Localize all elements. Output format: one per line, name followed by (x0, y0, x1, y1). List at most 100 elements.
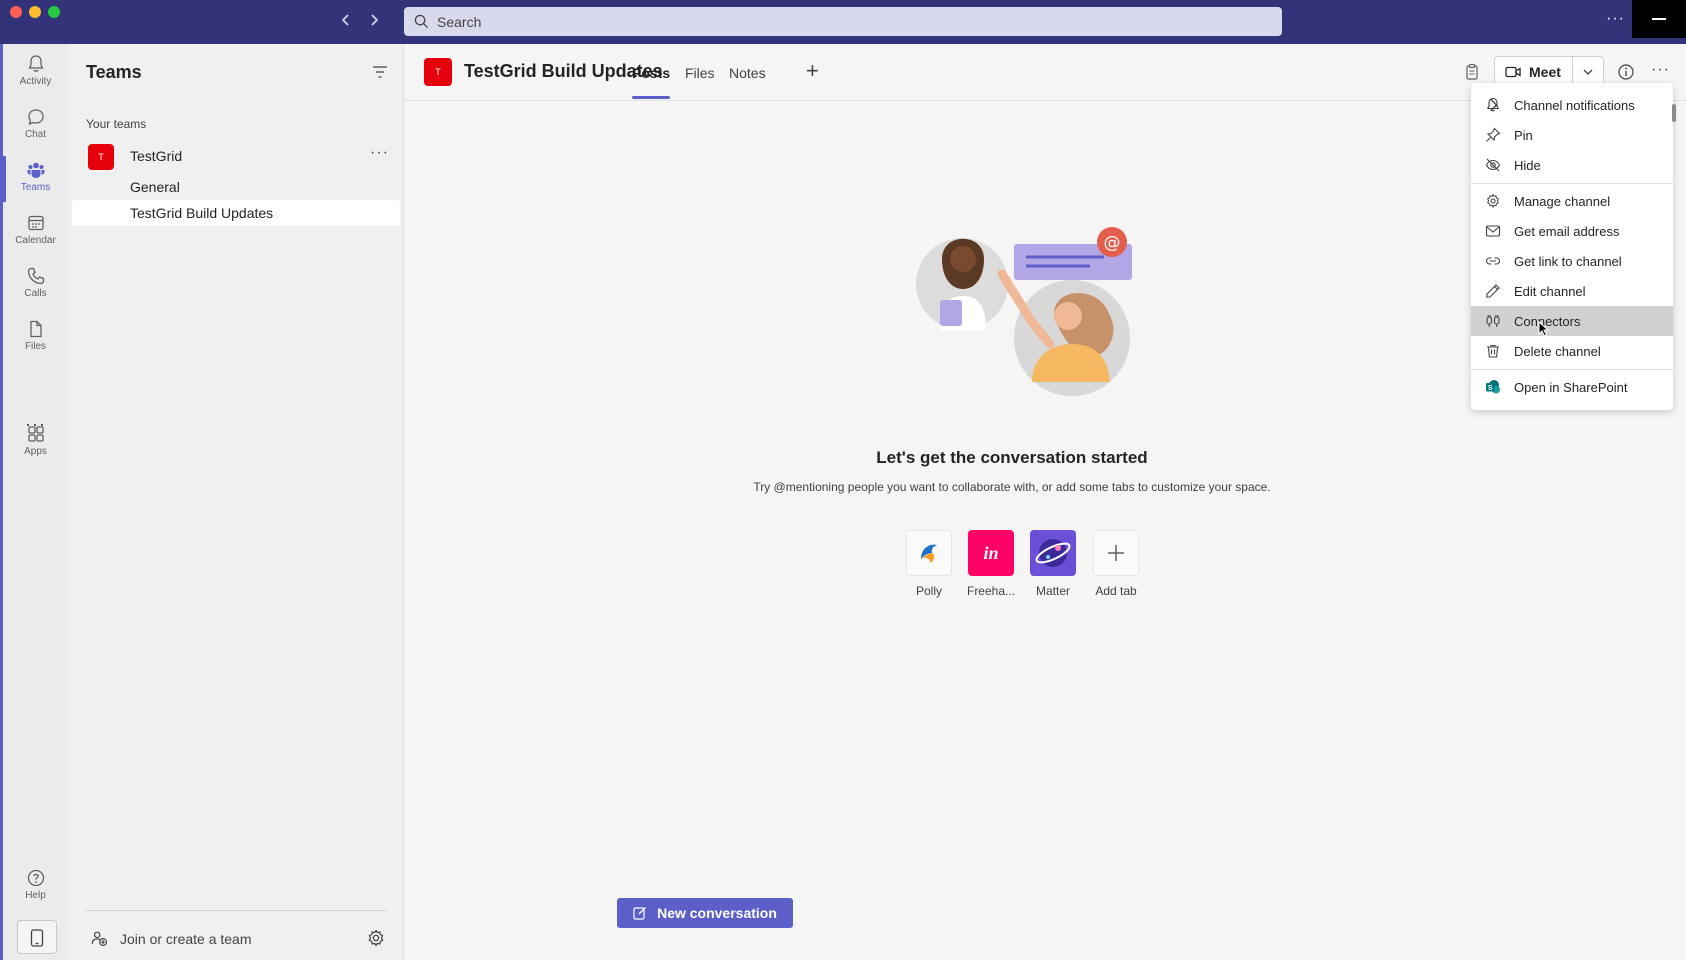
menu-item-label: Manage channel (1514, 194, 1611, 209)
menu-item-delete-channel[interactable]: Delete channel (1471, 336, 1673, 366)
menu-item-label: Get link to channel (1514, 254, 1622, 269)
team-row-testgrid[interactable]: T TestGrid ··· (72, 140, 400, 174)
rail-label: Calls (24, 288, 47, 299)
filter-icon[interactable] (370, 62, 390, 82)
rail-label: Apps (24, 446, 47, 457)
window-close-button[interactable] (10, 6, 22, 18)
new-conversation-button[interactable]: New conversation (617, 898, 793, 928)
rail-label: Help (25, 890, 46, 901)
title-bar: ··· (0, 0, 1686, 44)
titlebar-more-button[interactable]: ··· (1606, 10, 1625, 28)
channel-item-general[interactable]: General (72, 174, 400, 200)
tab-posts[interactable]: Posts (632, 65, 671, 101)
menu-scrollbar[interactable] (1672, 104, 1676, 122)
rail-label: Chat (24, 129, 47, 140)
phone-icon (27, 267, 44, 285)
chevron-right-icon (1490, 98, 1498, 112)
channel-item-testgrid-build-updates[interactable]: TestGrid Build Updates (72, 200, 400, 226)
menu-item-channel-notifications[interactable]: Channel notifications (1471, 90, 1673, 120)
menu-item-label: Pin (1514, 128, 1533, 143)
calendar-icon (27, 215, 44, 231)
tab-files[interactable]: Files (685, 65, 715, 101)
menu-item-hide[interactable]: Hide (1471, 150, 1673, 180)
chevron-right-icon (371, 14, 379, 26)
compose-icon (633, 907, 647, 920)
mouse-cursor-icon (1538, 321, 1550, 337)
app-rail: Activity Chat Teams Calendar Calls Files… (0, 44, 68, 960)
video-camera-icon (1505, 66, 1521, 78)
menu-item-label: Edit channel (1514, 284, 1586, 299)
channel-label: TestGrid Build Updates (130, 205, 274, 221)
menu-item-pin[interactable]: Pin (1471, 120, 1673, 150)
menu-item-open-in-sharepoint[interactable]: S Open in SharePoint (1471, 372, 1673, 402)
menu-item-label: Get email address (1514, 224, 1620, 239)
app-tile-freehand[interactable]: in Freeha... (959, 530, 1023, 598)
empty-state-title: Let's get the conversation started (876, 448, 1148, 467)
app-tile-add-tab[interactable]: Add tab (1084, 530, 1148, 598)
rail-label: Teams (20, 182, 51, 193)
search-icon (414, 14, 429, 29)
menu-item-connectors[interactable]: Connectors (1471, 306, 1673, 336)
svg-text:S: S (1488, 385, 1493, 392)
window-zoom-button[interactable] (48, 6, 60, 18)
search-bar[interactable] (404, 7, 1282, 36)
connector-icon (1486, 315, 1500, 327)
apps-icon (27, 426, 44, 442)
menu-item-get-link-to-channel[interactable]: Get link to channel (1471, 246, 1673, 276)
link-icon (1485, 257, 1501, 265)
chevron-left-icon (341, 14, 349, 26)
app-tile-polly[interactable]: Polly (897, 530, 961, 598)
panel-title: Teams (86, 62, 142, 82)
menu-divider (1471, 369, 1673, 370)
channel-options-menu: Channel notifications Pin Hide Manage ch… (1471, 83, 1673, 410)
bell-icon (27, 55, 44, 72)
mobile-phone-icon (30, 929, 44, 947)
invision-logo: in (968, 530, 1014, 576)
help-icon (27, 869, 44, 887)
menu-item-label: Hide (1514, 158, 1541, 173)
minimize-button[interactable] (1632, 0, 1686, 38)
search-input[interactable] (437, 13, 1257, 30)
sharepoint-icon: S (1486, 380, 1500, 394)
rail-item-calls[interactable]: Calls (3, 262, 68, 312)
channel-label: General (130, 179, 180, 195)
rail-item-apps[interactable]: Apps (3, 420, 68, 470)
window-minimize-button[interactable] (29, 6, 41, 18)
app-tile-label: Matter (1035, 584, 1070, 598)
menu-item-label: Delete channel (1514, 344, 1601, 359)
tab-notes[interactable]: Notes (729, 65, 766, 101)
rail-item-calendar[interactable]: Calendar (3, 209, 68, 259)
channel-more-button[interactable]: ··· (1651, 61, 1670, 79)
menu-item-edit-channel[interactable]: Edit channel (1471, 276, 1673, 306)
menu-divider (1471, 183, 1673, 184)
rail-item-chat[interactable]: Chat (3, 103, 68, 153)
trash-icon (1487, 344, 1499, 358)
back-button[interactable] (336, 10, 356, 32)
rail-item-help[interactable]: Help (3, 864, 68, 914)
rail-item-files[interactable]: Files (3, 315, 68, 365)
menu-item-manage-channel[interactable]: Manage channel (1471, 186, 1673, 216)
team-name: TestGrid (130, 148, 183, 164)
mobile-device-button[interactable] (17, 920, 57, 954)
rail-item-activity[interactable]: Activity (3, 50, 68, 100)
info-icon[interactable] (1616, 62, 1636, 82)
team-more-button[interactable]: ··· (370, 144, 389, 162)
gear-icon[interactable] (366, 928, 386, 948)
app-tile-label: Polly (915, 584, 942, 598)
divider (86, 910, 386, 911)
file-icon (29, 320, 42, 338)
your-teams-heading: Your teams (86, 117, 147, 131)
join-or-create-team-button[interactable]: Join or create a team (86, 924, 386, 954)
add-tab-button[interactable]: + (806, 58, 819, 84)
clipboard-icon[interactable] (1462, 62, 1482, 82)
matter-logo (1030, 530, 1076, 576)
app-tile-matter[interactable]: Matter (1021, 530, 1085, 598)
forward-button[interactable] (364, 10, 384, 32)
rail-label: Calendar (15, 235, 56, 246)
rail-item-teams[interactable]: Teams (3, 156, 68, 206)
menu-item-get-email-address[interactable]: Get email address (1471, 216, 1673, 246)
conversation-illustration: @ (916, 227, 1132, 396)
pencil-icon (1486, 284, 1500, 298)
add-people-icon (91, 931, 108, 947)
join-label: Join or create a team (120, 931, 252, 947)
